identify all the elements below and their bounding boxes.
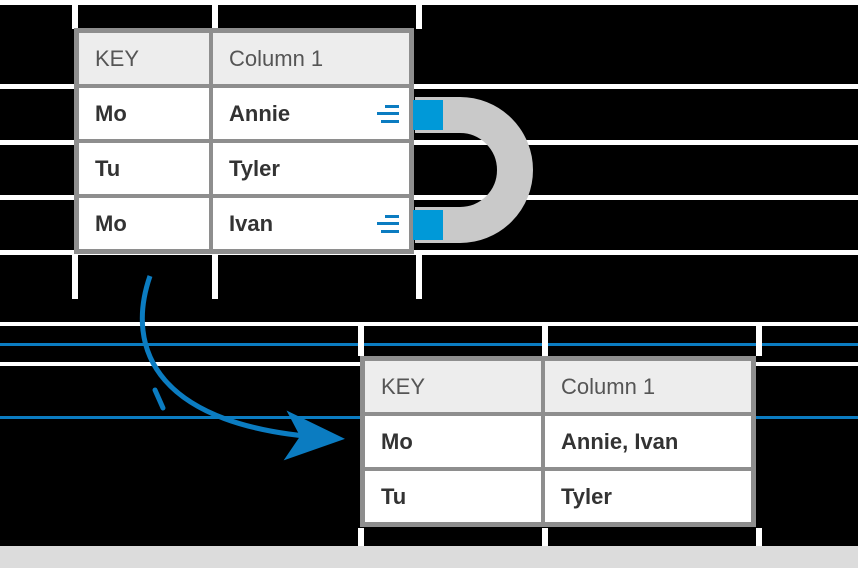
cell-col1: Annie <box>211 86 411 141</box>
header-col1: Column 1 <box>543 359 753 414</box>
grid-stub <box>756 326 762 356</box>
cell-col1: Ivan <box>211 196 411 251</box>
footer-bar <box>0 546 858 568</box>
cell-key: Tu <box>363 469 543 524</box>
header-key: KEY <box>77 31 211 86</box>
cell-value: Annie <box>229 101 290 127</box>
cell-col1: Tyler <box>543 469 753 524</box>
grid-stub <box>542 326 548 356</box>
grid-stub <box>542 528 548 546</box>
cell-key: Tu <box>77 141 211 196</box>
source-table: KEY Column 1 Mo Annie Tu Tyler Mo Ivan <box>74 28 414 254</box>
merge-lines-icon <box>375 215 399 233</box>
grid-stub <box>756 528 762 546</box>
connector-node-icon <box>413 210 443 240</box>
cell-key: Mo <box>77 86 211 141</box>
grid-stub <box>72 5 78 29</box>
table-header-row: KEY Column 1 <box>77 31 411 86</box>
table-row: Mo Ivan <box>77 196 411 251</box>
cell-key: Mo <box>77 196 211 251</box>
grid-stub <box>358 326 364 356</box>
cell-col1: Tyler <box>211 141 411 196</box>
table-row: Tu Tyler <box>77 141 411 196</box>
grid-line <box>0 0 858 5</box>
header-col1: Column 1 <box>211 31 411 86</box>
grid-stub <box>358 528 364 546</box>
grid-stub <box>416 255 422 299</box>
curved-arrow-icon <box>95 268 355 488</box>
connector-node-icon <box>413 100 443 130</box>
cell-value: Ivan <box>229 211 273 237</box>
table-header-row: KEY Column 1 <box>363 359 753 414</box>
merge-lines-icon <box>375 105 399 123</box>
table-row: Tu Tyler <box>363 469 753 524</box>
grid-stub <box>212 5 218 29</box>
cell-key: Mo <box>363 414 543 469</box>
result-table: KEY Column 1 Mo Annie, Ivan Tu Tyler <box>360 356 756 527</box>
cell-value: Tyler <box>229 156 280 182</box>
header-key: KEY <box>363 359 543 414</box>
table-row: Mo Annie <box>77 86 411 141</box>
cell-col1: Annie, Ivan <box>543 414 753 469</box>
table-row: Mo Annie, Ivan <box>363 414 753 469</box>
grid-stub <box>72 255 78 299</box>
grid-stub <box>416 5 422 29</box>
diagram-stage: KEY Column 1 Mo Annie Tu Tyler Mo Ivan <box>0 0 858 568</box>
